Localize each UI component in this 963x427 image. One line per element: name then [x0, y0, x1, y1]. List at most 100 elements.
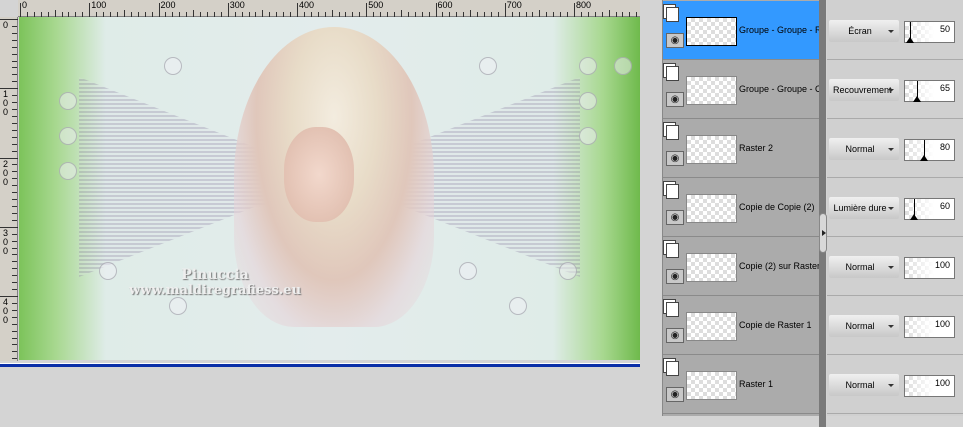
- blend-mode-dropdown[interactable]: Normal: [829, 315, 899, 337]
- blend-mode-label: Normal: [845, 262, 875, 272]
- ruler-tick: [12, 67, 17, 69]
- eye-icon[interactable]: ◉: [666, 92, 684, 107]
- layer-name[interactable]: Raster 1: [739, 379, 821, 389]
- layer-properties-row: Lumière dure 60: [827, 178, 963, 237]
- eye-icon[interactable]: ◉: [666, 33, 684, 48]
- ruler-tick: [12, 358, 17, 360]
- opacity-handle-icon[interactable]: [920, 155, 929, 161]
- layer-visibility-mode-icon[interactable]: [666, 66, 679, 81]
- layer-thumbnail: [686, 253, 737, 282]
- ruler-label: 0: [22, 0, 28, 10]
- ruler-tick: [193, 10, 195, 17]
- ruler-tick: [12, 254, 17, 256]
- ruler-tick: [12, 205, 17, 207]
- ruler-label: 600: [437, 0, 453, 10]
- layer-row[interactable]: ◉ Copie de Raster 1: [663, 296, 821, 355]
- panel-divider[interactable]: [640, 0, 662, 427]
- blend-mode-dropdown[interactable]: Recouvrement: [829, 79, 899, 101]
- opacity-value: 100: [934, 378, 950, 388]
- ruler-tick: [400, 10, 402, 17]
- layer-row[interactable]: ◉ Raster 1: [663, 355, 821, 414]
- opacity-value: 50: [939, 24, 950, 34]
- decorative-circle: [579, 57, 597, 75]
- layer-row[interactable]: ◉ Groupe - Groupe - Copie: [663, 60, 821, 119]
- opacity-slider[interactable]: 100: [904, 375, 955, 397]
- opacity-slider[interactable]: 65: [904, 80, 955, 102]
- layer-name[interactable]: Raster 2: [739, 143, 821, 153]
- layer-visibility-mode-icon[interactable]: [666, 184, 679, 199]
- portrait-face: [284, 127, 354, 222]
- blend-mode-dropdown[interactable]: Écran: [829, 20, 899, 42]
- layer-name[interactable]: Groupe - Groupe - Copie: [739, 84, 821, 94]
- expand-arrow-icon[interactable]: [822, 230, 826, 236]
- layer-name[interactable]: Copie de Copie (2): [739, 202, 821, 212]
- ruler-tick: [12, 171, 17, 173]
- canvas-frame-border: [0, 363, 640, 367]
- layer-visibility-mode-icon[interactable]: [666, 361, 679, 376]
- ruler-label: 400: [299, 0, 315, 10]
- ruler-tick: [12, 323, 17, 325]
- layer-thumbnail: [686, 312, 737, 341]
- ruler-tick: [158, 3, 160, 17]
- chevron-down-icon: [888, 266, 894, 269]
- eye-icon[interactable]: ◉: [666, 387, 684, 402]
- ruler-tick: [12, 240, 17, 242]
- blend-mode-dropdown[interactable]: Normal: [829, 374, 899, 396]
- ruler-tick: [12, 337, 17, 339]
- opacity-value: 80: [939, 142, 950, 152]
- ruler-tick: [366, 3, 368, 17]
- blend-mode-dropdown[interactable]: Normal: [829, 138, 899, 160]
- eye-icon[interactable]: ◉: [666, 210, 684, 225]
- blend-mode-dropdown[interactable]: Lumière dure: [829, 197, 899, 219]
- ruler-tick: [12, 46, 17, 48]
- opacity-handle-icon[interactable]: [912, 96, 921, 102]
- layer-name[interactable]: Groupe - Groupe - Raster: [739, 25, 821, 35]
- ruler-tick: [89, 3, 91, 17]
- ruler-tick: [12, 53, 17, 55]
- opacity-slider[interactable]: 80: [904, 139, 955, 161]
- opacity-slider[interactable]: 100: [904, 257, 955, 279]
- opacity-slider[interactable]: 50: [904, 21, 955, 43]
- ruler-tick: [12, 192, 17, 194]
- opacity-slider[interactable]: 60: [904, 198, 955, 220]
- layer-row[interactable]: ◉ Groupe - Groupe - Raster: [663, 1, 821, 60]
- layer-visibility-mode-icon[interactable]: [666, 125, 679, 140]
- decorative-circle: [459, 262, 477, 280]
- layer-row[interactable]: ◉ Copie (2) sur Raster: [663, 237, 821, 296]
- ruler-tick: [12, 268, 17, 270]
- blend-mode-dropdown[interactable]: Normal: [829, 256, 899, 278]
- eye-icon[interactable]: ◉: [666, 328, 684, 343]
- opacity-value: 60: [939, 201, 950, 211]
- opacity-handle-icon[interactable]: [910, 214, 919, 220]
- ruler-label: 500: [368, 0, 384, 10]
- eye-icon[interactable]: ◉: [666, 269, 684, 284]
- watermark-url: www.maldiregrafiess.eu: [129, 283, 302, 298]
- ruler-tick: [12, 102, 17, 104]
- layer-visibility-mode-icon[interactable]: [666, 7, 679, 22]
- ruler-tick: [12, 351, 17, 353]
- layer-visibility-mode-icon[interactable]: [666, 302, 679, 317]
- layer-properties-row: Normal 80: [827, 119, 963, 178]
- layer-properties-row: Recouvrement 65: [827, 60, 963, 119]
- layer-thumbnail: [686, 135, 737, 164]
- ruler-tick: [12, 81, 17, 83]
- decorative-circle: [164, 57, 182, 75]
- layer-name[interactable]: Copie de Raster 1: [739, 320, 821, 330]
- layer-visibility-mode-icon[interactable]: [666, 243, 679, 258]
- layer-row[interactable]: ◉ Raster 2: [663, 119, 821, 178]
- layer-name[interactable]: Copie (2) sur Raster: [739, 261, 821, 271]
- ruler-tick: [12, 302, 17, 304]
- ruler-tick: [12, 212, 17, 214]
- ruler-tick: [12, 115, 17, 117]
- layer-row[interactable]: ◉ Copie de Copie (2): [663, 178, 821, 237]
- layer-properties-row: Normal 100: [827, 355, 963, 414]
- opacity-handle-icon[interactable]: [905, 37, 914, 43]
- chevron-down-icon: [888, 384, 894, 387]
- decorative-circle: [579, 127, 597, 145]
- decorative-circle: [559, 262, 577, 280]
- opacity-slider[interactable]: 100: [904, 316, 955, 338]
- ruler-label: 800: [576, 0, 592, 10]
- image-canvas[interactable]: Pinuccia www.maldiregrafiess.eu: [19, 17, 640, 360]
- eye-icon[interactable]: ◉: [666, 151, 684, 166]
- decorative-circle: [59, 127, 77, 145]
